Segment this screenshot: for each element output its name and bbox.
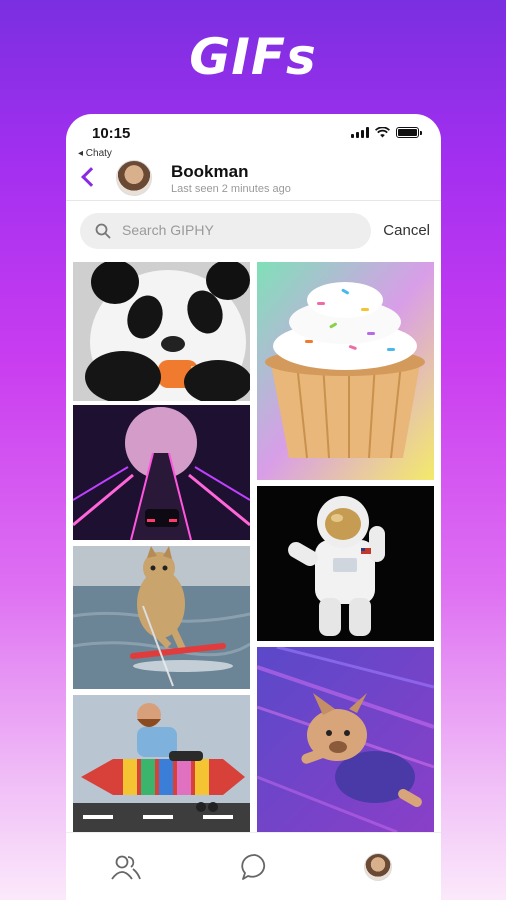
gif-cupcake[interactable] xyxy=(257,262,434,480)
gif-bulldog[interactable] xyxy=(257,647,434,832)
cancel-button[interactable]: Cancel xyxy=(383,222,430,239)
gif-synthwave-road[interactable] xyxy=(73,405,250,540)
gif-rocket-rider[interactable] xyxy=(73,695,250,832)
search-box[interactable] xyxy=(80,213,371,249)
contact-name: Bookman xyxy=(171,162,249,181)
contacts-icon[interactable] xyxy=(110,851,142,883)
chat-bubble-icon[interactable] xyxy=(239,851,271,883)
gif-astronaut[interactable] xyxy=(257,486,434,641)
search-input[interactable] xyxy=(122,222,362,238)
status-bar: 10:15 xyxy=(66,114,441,148)
back-chevron-icon[interactable] xyxy=(81,167,101,187)
phone-frame: 10:15 ◂ Chaty Bookman Last seen 2 minute… xyxy=(66,114,441,900)
profile-avatar[interactable] xyxy=(364,853,392,881)
header-divider xyxy=(66,200,441,201)
chat-header: Bookman Last seen 2 minutes ago xyxy=(66,158,441,200)
search-row: Cancel xyxy=(80,213,430,249)
contact-avatar[interactable] xyxy=(116,160,152,196)
battery-icon xyxy=(396,127,422,138)
gif-panda[interactable] xyxy=(73,262,250,401)
status-icons xyxy=(351,127,422,138)
status-time: 10:15 xyxy=(92,125,131,142)
contact-last-seen: Last seen 2 minutes ago xyxy=(171,183,291,195)
signal-icon xyxy=(351,127,369,138)
wifi-icon xyxy=(375,127,390,138)
bottom-nav xyxy=(66,832,441,900)
gif-cat-waterskiing[interactable] xyxy=(73,546,250,689)
hero-title: GIFs xyxy=(189,28,317,86)
search-icon xyxy=(95,223,111,239)
